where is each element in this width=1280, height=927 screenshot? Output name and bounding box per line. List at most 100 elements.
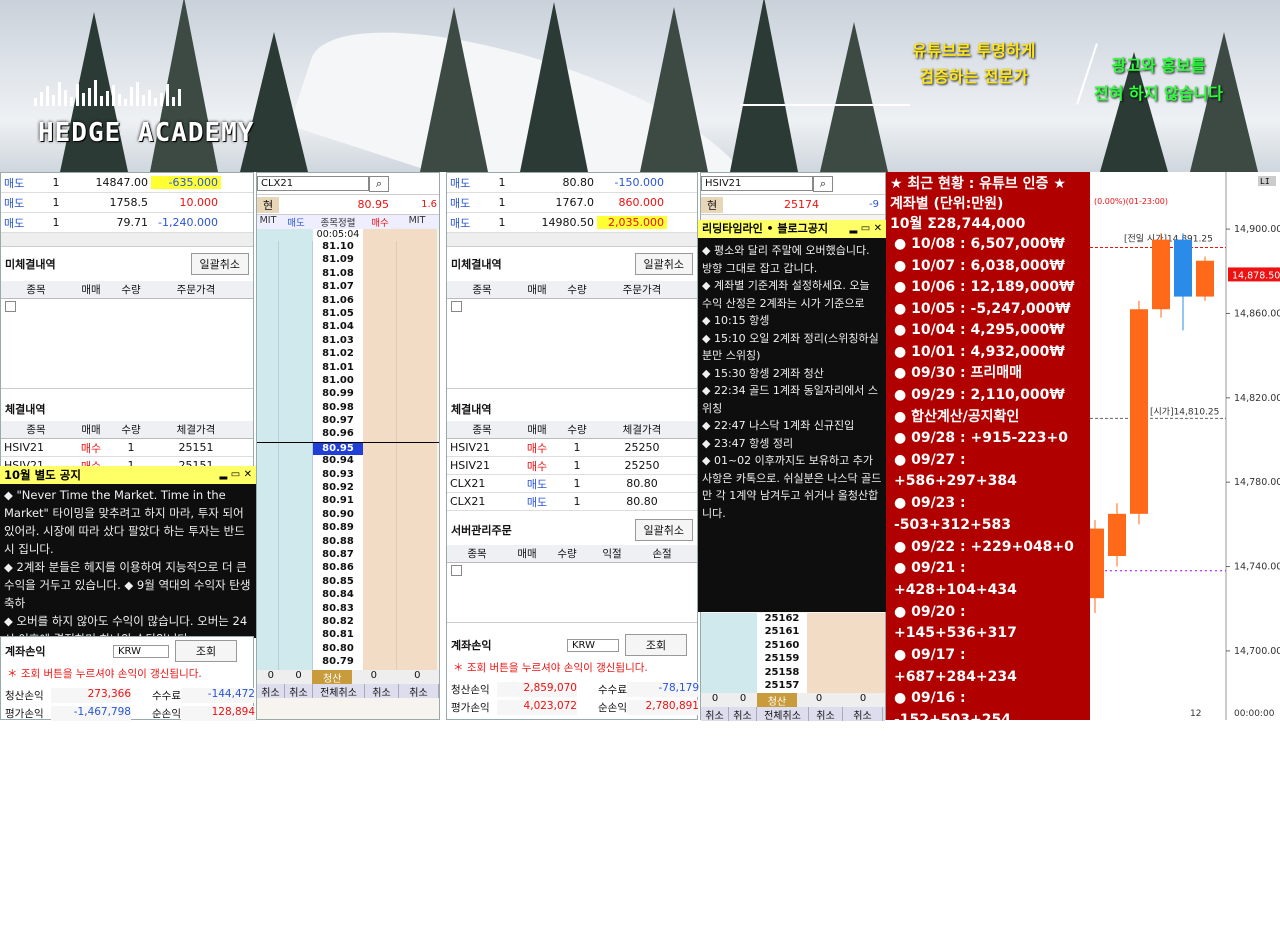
sell-cell[interactable] xyxy=(279,589,313,603)
mit-sell-cell[interactable] xyxy=(257,548,279,563)
mit-sell-cell[interactable] xyxy=(257,468,279,483)
mit-sell-cell[interactable] xyxy=(257,535,279,549)
mit-buy-cell[interactable] xyxy=(397,281,437,295)
scrollbar[interactable] xyxy=(1,233,253,247)
cancel-all-button[interactable]: 일괄취소 xyxy=(634,253,693,275)
sell-cell[interactable] xyxy=(279,374,313,389)
position-row[interactable]: 매도 1 80.80 -150.000 xyxy=(447,173,697,193)
buy-cell[interactable] xyxy=(363,334,397,349)
select-checkbox[interactable] xyxy=(451,565,462,576)
mit-buy-cell[interactable] xyxy=(397,508,437,523)
sell-cell[interactable] xyxy=(279,495,313,509)
server-cancel-all-button[interactable]: 일괄취소 xyxy=(634,519,693,541)
sell-cell[interactable] xyxy=(279,361,313,375)
buy-cell[interactable] xyxy=(363,522,397,536)
mit-buy-cell[interactable] xyxy=(397,307,437,322)
mit-sell-cell[interactable] xyxy=(257,602,279,616)
cancel-button[interactable]: 취소 xyxy=(365,683,399,698)
buy-cell[interactable] xyxy=(363,267,397,282)
ladder-row[interactable]: 80.97 xyxy=(257,415,439,429)
currency-select[interactable]: KRW xyxy=(113,644,169,658)
buy-cell[interactable] xyxy=(363,442,397,456)
ladder-row[interactable]: 80.91 xyxy=(257,495,439,509)
mit-sell-cell[interactable] xyxy=(257,482,279,496)
settle-button[interactable]: 청산 xyxy=(312,669,352,684)
buy-cell[interactable] xyxy=(363,388,397,402)
buy-cell[interactable] xyxy=(363,575,397,590)
buy-cell[interactable] xyxy=(363,361,397,375)
buy-cell[interactable] xyxy=(363,482,397,496)
mit-buy-cell[interactable] xyxy=(397,321,437,335)
ladder-row[interactable]: 80.79 xyxy=(257,656,439,670)
search-icon[interactable]: ⌕ xyxy=(369,175,389,192)
mit-sell-cell[interactable] xyxy=(257,615,279,630)
ladder-row[interactable]: 25161 xyxy=(701,626,885,640)
mit-buy-cell[interactable] xyxy=(397,267,437,282)
buy-cell[interactable] xyxy=(363,321,397,335)
mit-sell-cell[interactable] xyxy=(257,629,279,643)
sell-cell[interactable] xyxy=(279,294,313,308)
mit-sell-cell[interactable] xyxy=(257,334,279,349)
window-controls[interactable]: ▂ ▭ ✕ xyxy=(220,466,252,484)
mit-buy-cell[interactable] xyxy=(397,468,437,483)
mit-buy-cell[interactable] xyxy=(397,361,437,375)
buy-cell[interactable] xyxy=(363,254,397,268)
mit-buy-cell[interactable] xyxy=(397,348,437,362)
mit-buy-cell[interactable] xyxy=(397,589,437,603)
mit-sell-cell[interactable] xyxy=(257,321,279,335)
mit-buy-cell[interactable] xyxy=(397,334,437,349)
mit-sell-cell[interactable] xyxy=(257,589,279,603)
ladder-row[interactable]: 81.04 xyxy=(257,321,439,335)
buy-cell[interactable] xyxy=(363,562,397,576)
mit-sell-cell[interactable] xyxy=(257,388,279,402)
ladder-row[interactable]: 80.94 xyxy=(257,455,439,469)
ladder-row[interactable]: 80.87 xyxy=(257,548,439,563)
buy-cell[interactable] xyxy=(363,428,397,442)
buy-cell[interactable] xyxy=(363,548,397,563)
buy-cell[interactable] xyxy=(363,535,397,549)
mit-buy-cell[interactable] xyxy=(397,401,437,416)
mit-buy-cell[interactable] xyxy=(397,428,437,442)
sell-cell[interactable] xyxy=(279,281,313,295)
mit-buy-cell[interactable] xyxy=(397,442,437,456)
mit-buy-cell[interactable] xyxy=(397,656,437,670)
cancel-button[interactable]: 취소 xyxy=(729,707,757,721)
sell-cell[interactable] xyxy=(279,388,313,402)
query-button[interactable]: 조회 xyxy=(625,634,687,656)
sell-cell[interactable] xyxy=(279,254,313,268)
ladder-row[interactable]: 81.05 xyxy=(257,307,439,322)
table-row[interactable]: CLX21 매도 1 80.80 xyxy=(447,475,697,493)
mit-sell-cell[interactable] xyxy=(257,575,279,590)
ladder-row[interactable]: 81.07 xyxy=(257,281,439,295)
buy-cell[interactable] xyxy=(363,602,397,616)
mit-buy-cell[interactable] xyxy=(397,374,437,389)
mit-sell-cell[interactable] xyxy=(257,294,279,308)
mit-sell-cell[interactable] xyxy=(257,656,279,670)
position-row[interactable]: 매도 1 1767.0 860.000 xyxy=(447,193,697,213)
sell-cell[interactable] xyxy=(701,639,757,654)
cancel-button[interactable]: 취소 xyxy=(399,683,439,698)
mit-buy-cell[interactable] xyxy=(397,522,437,536)
sell-cell[interactable] xyxy=(279,348,313,362)
buy-cell[interactable] xyxy=(363,307,397,322)
buy-cell[interactable] xyxy=(363,415,397,429)
search-icon[interactable]: ⌕ xyxy=(813,175,833,192)
currency-select[interactable]: KRW xyxy=(567,638,619,652)
cancel-button[interactable]: 취소 xyxy=(843,707,883,721)
ladder-row[interactable]: 81.00 xyxy=(257,374,439,389)
mit-sell-cell[interactable] xyxy=(257,415,279,429)
cancel-button[interactable]: 취소 xyxy=(809,707,843,721)
mit-sell-cell[interactable] xyxy=(257,442,279,456)
ladder-row[interactable]: 81.06 xyxy=(257,294,439,308)
sell-cell[interactable] xyxy=(279,535,313,549)
ladder-row[interactable]: 80.93 xyxy=(257,468,439,483)
scrollbar[interactable] xyxy=(447,233,697,247)
mit-buy-cell[interactable] xyxy=(397,548,437,563)
ladder-row[interactable]: 80.86 xyxy=(257,562,439,576)
buy-cell[interactable] xyxy=(363,294,397,308)
ladder-row[interactable]: 81.02 xyxy=(257,348,439,362)
buy-cell[interactable] xyxy=(363,241,397,255)
mit-buy-cell[interactable] xyxy=(397,455,437,469)
cancel-button[interactable]: 취소 xyxy=(257,683,285,698)
sell-cell[interactable] xyxy=(279,401,313,416)
